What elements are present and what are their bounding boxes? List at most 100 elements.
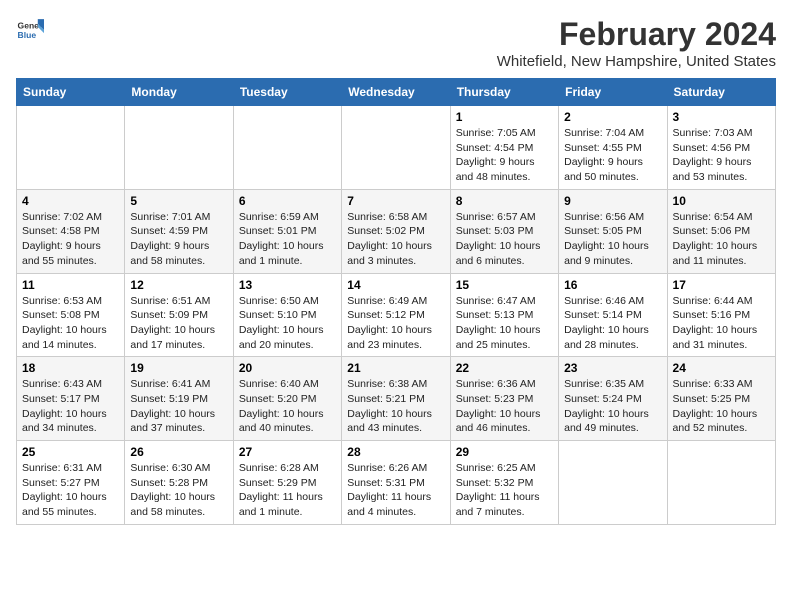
day-info: Sunrise: 6:36 AM Sunset: 5:23 PM Dayligh… — [456, 377, 553, 436]
day-number: 13 — [239, 278, 336, 292]
col-header-sunday: Sunday — [17, 79, 125, 106]
day-number: 10 — [673, 194, 770, 208]
day-info: Sunrise: 6:58 AM Sunset: 5:02 PM Dayligh… — [347, 210, 444, 269]
calendar-cell: 10 Sunrise: 6:54 AM Sunset: 5:06 PM Dayli… — [667, 189, 775, 273]
day-info: Sunrise: 7:04 AM Sunset: 4:55 PM Dayligh… — [564, 126, 661, 185]
calendar-cell: 21 Sunrise: 6:38 AM Sunset: 5:21 PM Dayli… — [342, 357, 450, 441]
day-info: Sunrise: 6:28 AM Sunset: 5:29 PM Dayligh… — [239, 461, 336, 520]
calendar-cell — [342, 106, 450, 190]
day-info: Sunrise: 6:54 AM Sunset: 5:06 PM Dayligh… — [673, 210, 770, 269]
calendar-cell: 4 Sunrise: 7:02 AM Sunset: 4:58 PM Daylig… — [17, 189, 125, 273]
calendar-cell: 13 Sunrise: 6:50 AM Sunset: 5:10 PM Dayli… — [233, 273, 341, 357]
day-info: Sunrise: 6:51 AM Sunset: 5:09 PM Dayligh… — [130, 294, 227, 353]
col-header-wednesday: Wednesday — [342, 79, 450, 106]
day-number: 8 — [456, 194, 553, 208]
calendar-cell — [125, 106, 233, 190]
day-number: 1 — [456, 110, 553, 124]
calendar-cell: 1 Sunrise: 7:05 AM Sunset: 4:54 PM Daylig… — [450, 106, 558, 190]
day-info: Sunrise: 6:49 AM Sunset: 5:12 PM Dayligh… — [347, 294, 444, 353]
day-number: 3 — [673, 110, 770, 124]
day-info: Sunrise: 6:43 AM Sunset: 5:17 PM Dayligh… — [22, 377, 119, 436]
day-info: Sunrise: 6:46 AM Sunset: 5:14 PM Dayligh… — [564, 294, 661, 353]
col-header-tuesday: Tuesday — [233, 79, 341, 106]
calendar-cell: 26 Sunrise: 6:30 AM Sunset: 5:28 PM Dayli… — [125, 441, 233, 525]
day-number: 6 — [239, 194, 336, 208]
calendar-cell: 16 Sunrise: 6:46 AM Sunset: 5:14 PM Dayli… — [559, 273, 667, 357]
col-header-friday: Friday — [559, 79, 667, 106]
day-info: Sunrise: 7:01 AM Sunset: 4:59 PM Dayligh… — [130, 210, 227, 269]
col-header-thursday: Thursday — [450, 79, 558, 106]
calendar-cell: 9Sunrise: 6:56 AM Sunset: 5:05 PM Daylig… — [559, 189, 667, 273]
calendar-cell: 11 Sunrise: 6:53 AM Sunset: 5:08 PM Dayli… — [17, 273, 125, 357]
day-number: 12 — [130, 278, 227, 292]
calendar-cell — [559, 441, 667, 525]
calendar-cell: 27 Sunrise: 6:28 AM Sunset: 5:29 PM Dayli… — [233, 441, 341, 525]
day-number: 11 — [22, 278, 119, 292]
day-info: Sunrise: 6:57 AM Sunset: 5:03 PM Dayligh… — [456, 210, 553, 269]
logo: General Blue — [16, 16, 44, 44]
day-number: 27 — [239, 445, 336, 459]
day-number: 21 — [347, 361, 444, 375]
day-number: 5 — [130, 194, 227, 208]
day-number: 4 — [22, 194, 119, 208]
day-info: Sunrise: 6:59 AM Sunset: 5:01 PM Dayligh… — [239, 210, 336, 269]
calendar-cell: 23 Sunrise: 6:35 AM Sunset: 5:24 PM Dayli… — [559, 357, 667, 441]
calendar-cell: 24 Sunrise: 6:33 AM Sunset: 5:25 PM Dayli… — [667, 357, 775, 441]
calendar-cell: 17 Sunrise: 6:44 AM Sunset: 5:16 PM Dayli… — [667, 273, 775, 357]
col-header-monday: Monday — [125, 79, 233, 106]
day-info: Sunrise: 7:02 AM Sunset: 4:58 PM Dayligh… — [22, 210, 119, 269]
day-info: Sunrise: 6:33 AM Sunset: 5:25 PM Dayligh… — [673, 377, 770, 436]
calendar-cell: 12 Sunrise: 6:51 AM Sunset: 5:09 PM Dayli… — [125, 273, 233, 357]
calendar-cell: 7 Sunrise: 6:58 AM Sunset: 5:02 PM Daylig… — [342, 189, 450, 273]
day-number: 20 — [239, 361, 336, 375]
day-number: 29 — [456, 445, 553, 459]
day-number: 16 — [564, 278, 661, 292]
day-info: Sunrise: 6:26 AM Sunset: 5:31 PM Dayligh… — [347, 461, 444, 520]
day-info: Sunrise: 6:31 AM Sunset: 5:27 PM Dayligh… — [22, 461, 119, 520]
title-block: February 2024 Whitefield, New Hampshire,… — [497, 16, 776, 70]
day-number: 17 — [673, 278, 770, 292]
day-number: 23 — [564, 361, 661, 375]
day-info: Sunrise: 6:53 AM Sunset: 5:08 PM Dayligh… — [22, 294, 119, 353]
day-number: 22 — [456, 361, 553, 375]
day-number: 2 — [564, 110, 661, 124]
calendar-cell: 5 Sunrise: 7:01 AM Sunset: 4:59 PM Daylig… — [125, 189, 233, 273]
calendar-cell: 3 Sunrise: 7:03 AM Sunset: 4:56 PM Daylig… — [667, 106, 775, 190]
calendar-cell — [667, 441, 775, 525]
day-number: 18 — [22, 361, 119, 375]
calendar-cell: 6 Sunrise: 6:59 AM Sunset: 5:01 PM Daylig… — [233, 189, 341, 273]
day-info: Sunrise: 6:35 AM Sunset: 5:24 PM Dayligh… — [564, 377, 661, 436]
calendar-cell: 8 Sunrise: 6:57 AM Sunset: 5:03 PM Daylig… — [450, 189, 558, 273]
calendar-cell: 29 Sunrise: 6:25 AM Sunset: 5:32 PM Dayli… — [450, 441, 558, 525]
calendar-table: SundayMondayTuesdayWednesdayThursdayFrid… — [16, 78, 776, 525]
calendar-cell — [17, 106, 125, 190]
calendar-cell: 19Sunrise: 6:41 AM Sunset: 5:19 PM Dayli… — [125, 357, 233, 441]
calendar-cell: 15 Sunrise: 6:47 AM Sunset: 5:13 PM Dayli… — [450, 273, 558, 357]
calendar-cell: 25 Sunrise: 6:31 AM Sunset: 5:27 PM Dayli… — [17, 441, 125, 525]
calendar-cell: 14 Sunrise: 6:49 AM Sunset: 5:12 PM Dayli… — [342, 273, 450, 357]
col-header-saturday: Saturday — [667, 79, 775, 106]
day-info: Sunrise: 6:47 AM Sunset: 5:13 PM Dayligh… — [456, 294, 553, 353]
day-info: Sunrise: 6:40 AM Sunset: 5:20 PM Dayligh… — [239, 377, 336, 436]
day-info: Sunrise: 6:30 AM Sunset: 5:28 PM Dayligh… — [130, 461, 227, 520]
day-number: 14 — [347, 278, 444, 292]
calendar-cell: 28Sunrise: 6:26 AM Sunset: 5:31 PM Dayli… — [342, 441, 450, 525]
day-info: Sunrise: 6:25 AM Sunset: 5:32 PM Dayligh… — [456, 461, 553, 520]
calendar-cell: 20 Sunrise: 6:40 AM Sunset: 5:20 PM Dayli… — [233, 357, 341, 441]
logo-icon: General Blue — [16, 16, 44, 44]
day-info: Sunrise: 7:03 AM Sunset: 4:56 PM Dayligh… — [673, 126, 770, 185]
calendar-cell — [233, 106, 341, 190]
calendar-cell: 18 Sunrise: 6:43 AM Sunset: 5:17 PM Dayli… — [17, 357, 125, 441]
day-number: 24 — [673, 361, 770, 375]
day-number: 26 — [130, 445, 227, 459]
day-info: Sunrise: 6:44 AM Sunset: 5:16 PM Dayligh… — [673, 294, 770, 353]
day-number: 25 — [22, 445, 119, 459]
main-title: February 2024 — [497, 16, 776, 53]
day-number: 15 — [456, 278, 553, 292]
day-info: Sunrise: 6:50 AM Sunset: 5:10 PM Dayligh… — [239, 294, 336, 353]
day-number: 19 — [130, 361, 227, 375]
day-info: Sunrise: 6:38 AM Sunset: 5:21 PM Dayligh… — [347, 377, 444, 436]
svg-text:Blue: Blue — [18, 30, 37, 40]
day-number: 7 — [347, 194, 444, 208]
day-info: Sunrise: 7:05 AM Sunset: 4:54 PM Dayligh… — [456, 126, 553, 185]
